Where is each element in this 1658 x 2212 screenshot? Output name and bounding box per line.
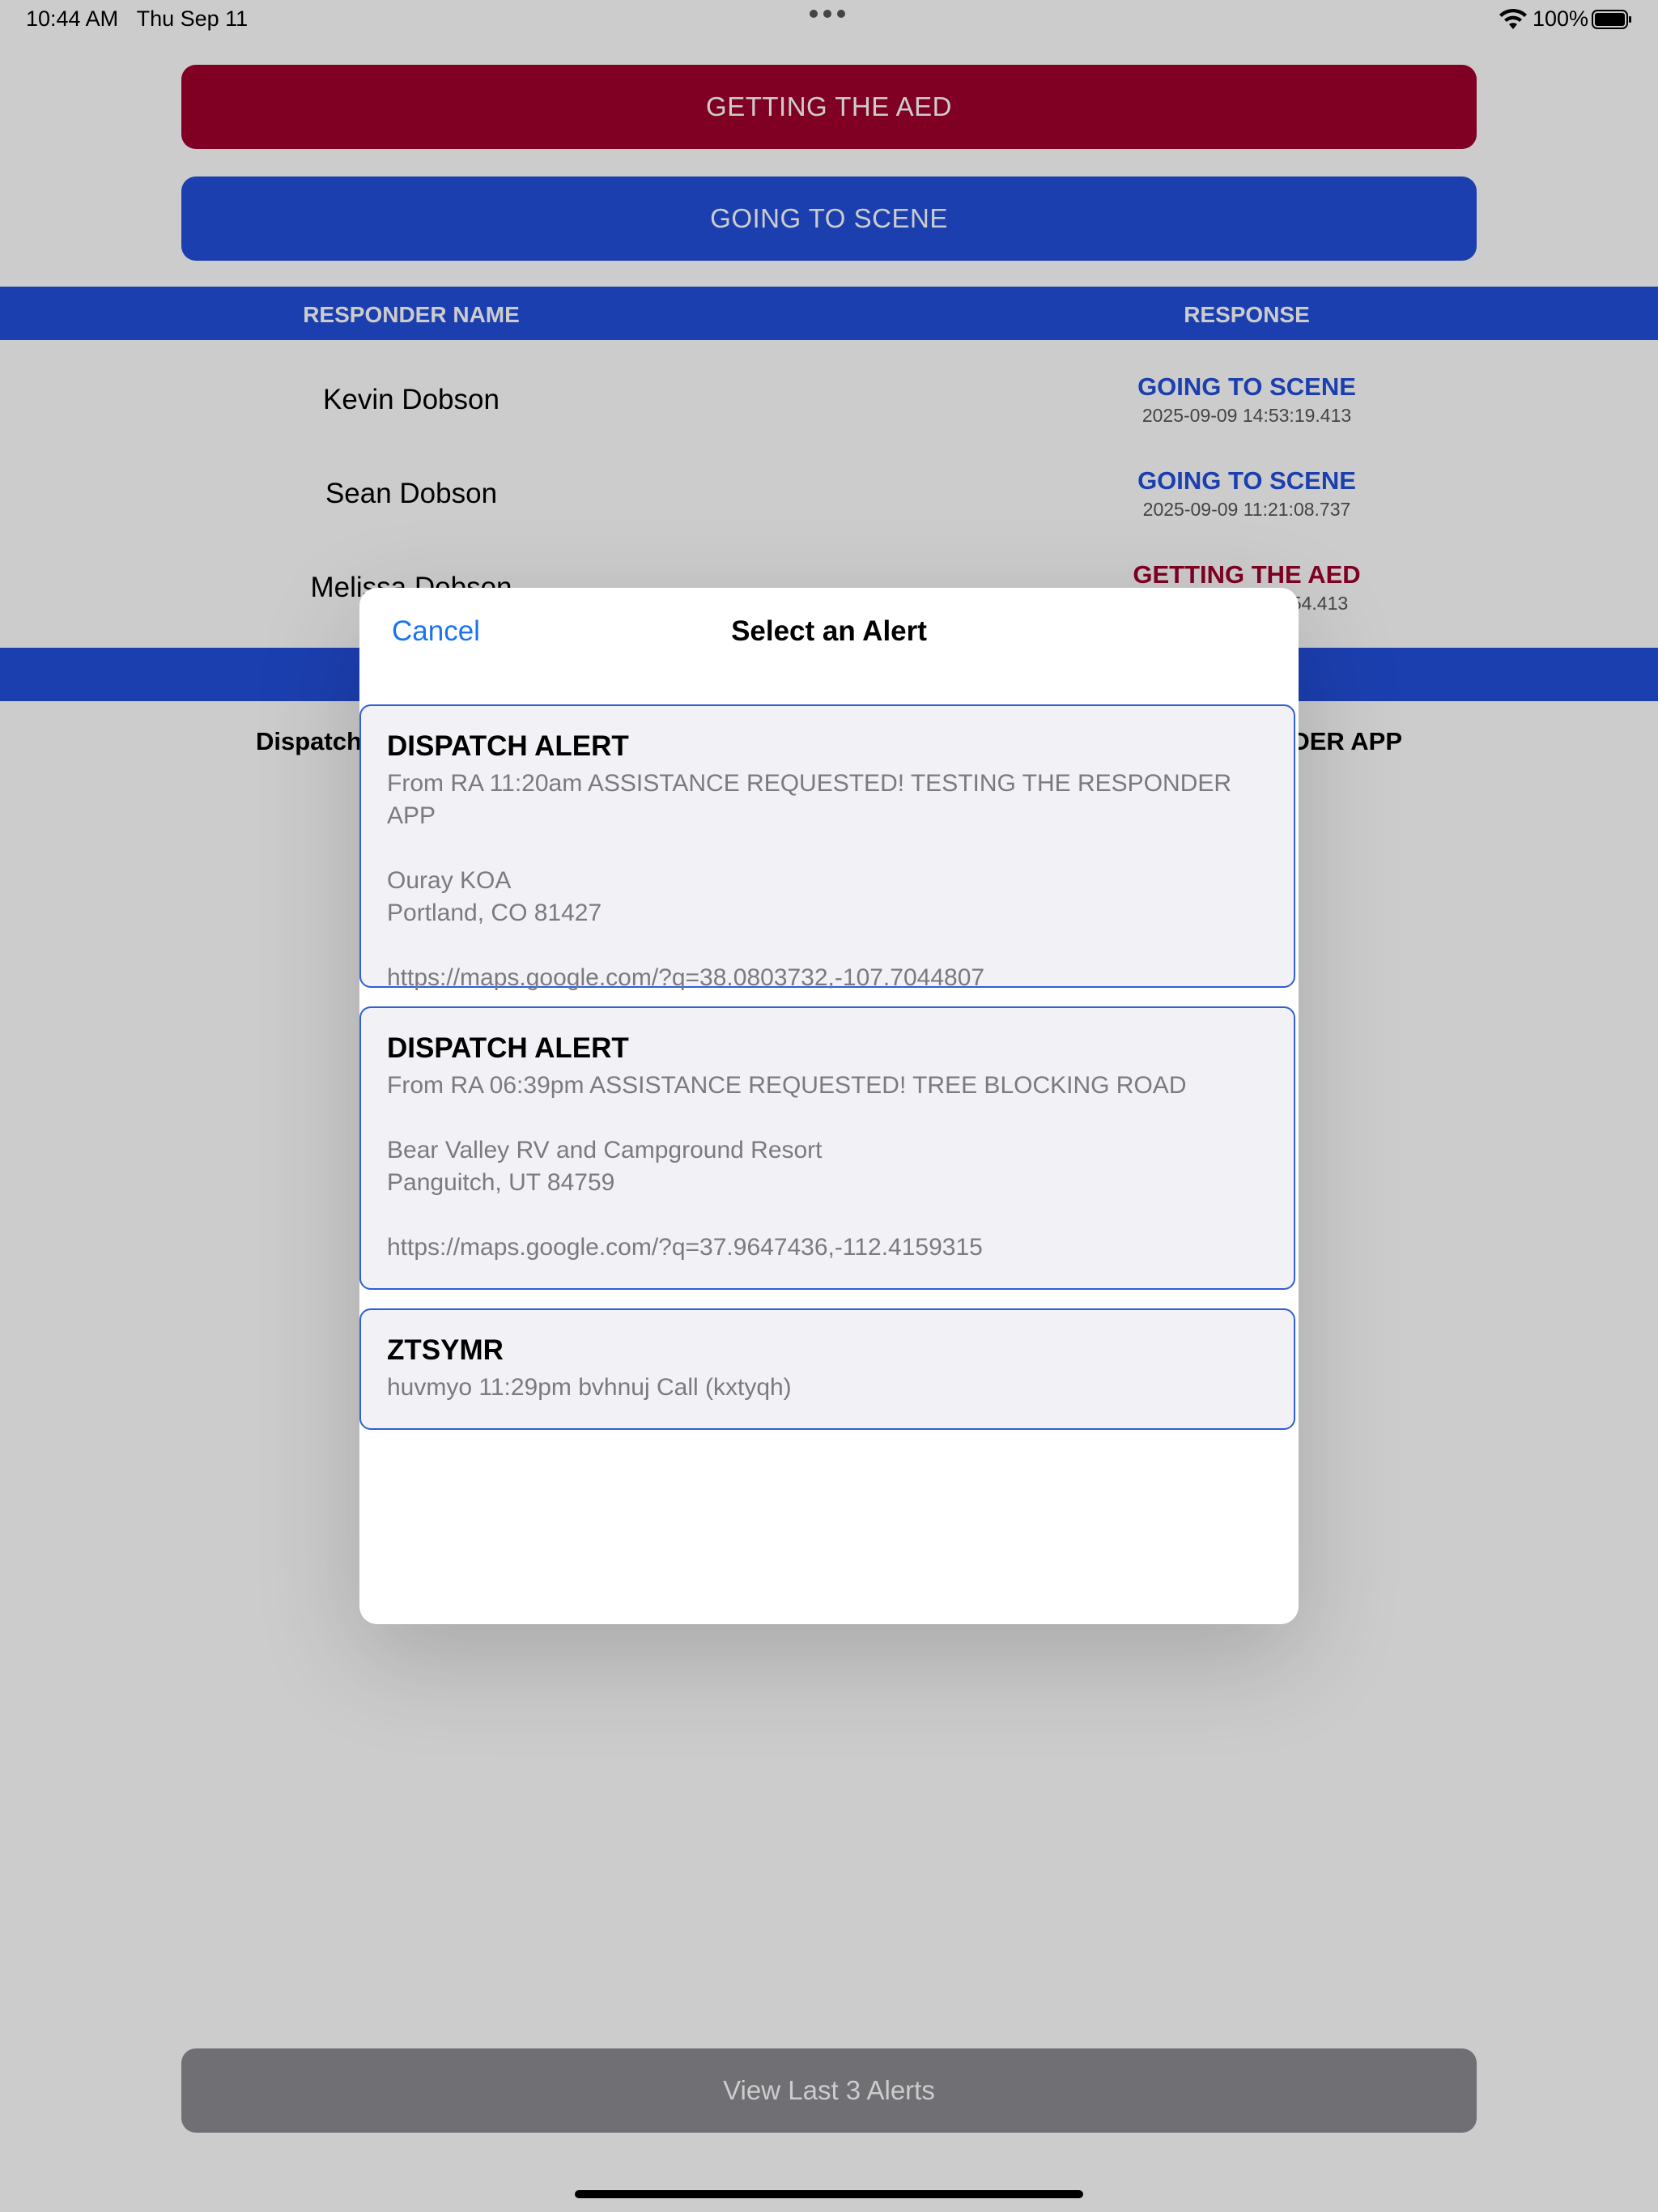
alert-card[interactable]: DISPATCH ALERT From RA 06:39pm ASSISTANC…: [359, 1006, 1295, 1290]
alert-map-link: https://maps.google.com/?q=37.9647436,-1…: [387, 1234, 983, 1261]
alert-place: Ouray KOA: [387, 867, 512, 894]
alert-title: DISPATCH ALERT: [387, 1032, 629, 1064]
alert-message: huvmyo 11:29pm bvhnuj Call (kxtyqh): [387, 1374, 792, 1401]
alert-message: From RA 11:20am ASSISTANCE REQUESTED! TE…: [387, 770, 1232, 829]
cancel-button[interactable]: Cancel: [392, 615, 480, 648]
home-indicator[interactable]: [575, 2190, 1083, 2198]
alert-map-link: https://maps.google.com/?q=38.0803732,-1…: [387, 964, 985, 991]
sheet-title: Select an Alert: [731, 615, 927, 647]
alert-place: Bear Valley RV and Campground Resort: [387, 1137, 823, 1163]
alert-city: Portland, CO 81427: [387, 900, 602, 926]
alert-card[interactable]: DISPATCH ALERT From RA 11:20am ASSISTANC…: [359, 704, 1295, 991]
alert-card[interactable]: ZTSYMR huvmyo 11:29pm bvhnuj Call (kxtyq…: [359, 1308, 1295, 1430]
select-alert-sheet: Select an Alert Cancel DISPATCH ALERT Fr…: [359, 588, 1299, 1624]
alert-title: DISPATCH ALERT: [387, 730, 629, 762]
alert-message: From RA 06:39pm ASSISTANCE REQUESTED! TR…: [387, 1072, 1187, 1099]
alert-city: Panguitch, UT 84759: [387, 1169, 615, 1196]
alert-title: ZTSYMR: [387, 1334, 504, 1366]
